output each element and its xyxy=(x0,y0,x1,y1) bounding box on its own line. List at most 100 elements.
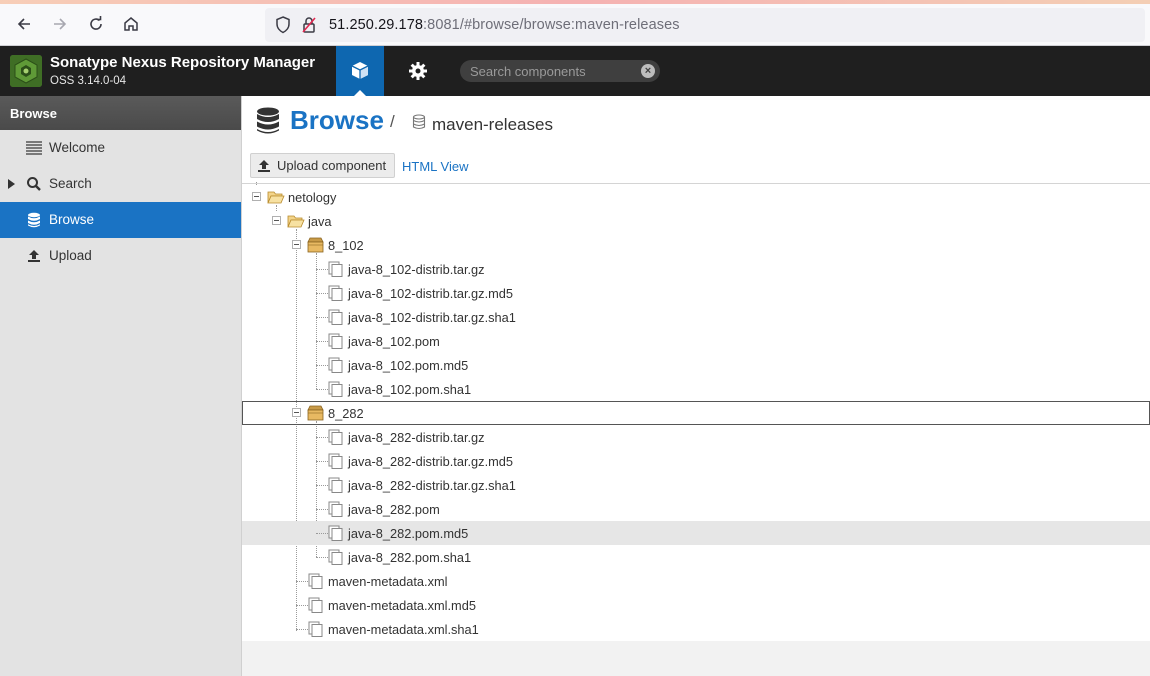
file-copy-icon xyxy=(328,357,344,376)
tree-connector xyxy=(316,341,328,342)
sidebar-item-welcome[interactable]: Welcome xyxy=(0,130,241,166)
page-title[interactable]: Browse xyxy=(290,105,384,136)
tree-node-label: java-8_102-distrib.tar.gz.md5 xyxy=(348,286,514,301)
database-icon xyxy=(25,212,43,228)
breadcrumb-separator: / xyxy=(390,112,395,131)
file-copy-icon xyxy=(328,333,344,352)
tree-node-label: 8_282 xyxy=(328,406,364,421)
tree-node-asset[interactable]: java-8_102-distrib.tar.gz.sha1 xyxy=(242,305,1150,329)
collapse-toggle-icon[interactable] xyxy=(292,240,301,249)
browse-toolbar: Upload component HTML View xyxy=(242,148,1150,184)
database-icon xyxy=(256,107,280,140)
main-content: Browse / maven-releases Upload component… xyxy=(242,96,1150,676)
collapse-toggle-icon[interactable] xyxy=(272,216,281,225)
tree-node-label: 8_102 xyxy=(328,238,364,253)
file-copy-icon xyxy=(328,549,344,568)
upload-component-button[interactable]: Upload component xyxy=(250,153,396,178)
tree-node-asset-hovered[interactable]: java-8_282.pom.md5 xyxy=(242,521,1150,545)
tree-node-label: maven-metadata.xml xyxy=(328,574,448,589)
file-copy-icon xyxy=(328,525,344,544)
browse-mode-button[interactable] xyxy=(336,46,384,96)
tree-connector xyxy=(316,365,328,366)
gear-icon xyxy=(409,62,427,80)
sidebar-item-browse[interactable]: Browse xyxy=(0,202,241,238)
tree-node-asset[interactable]: java-8_282-distrib.tar.gz.sha1 xyxy=(242,473,1150,497)
tree-node-label: maven-metadata.xml.sha1 xyxy=(328,622,479,637)
reload-icon[interactable] xyxy=(84,12,108,36)
tree-node-asset[interactable]: maven-metadata.xml.md5 xyxy=(242,593,1150,617)
search-input[interactable] xyxy=(470,62,630,80)
sidebar-item-search[interactable]: Search xyxy=(0,166,241,202)
file-copy-icon xyxy=(328,309,344,328)
sidebar-heading: Browse xyxy=(0,96,241,130)
expand-caret-icon[interactable] xyxy=(8,179,15,189)
tree-node-folder[interactable]: java xyxy=(242,209,1150,233)
tree-node-label: maven-metadata.xml.md5 xyxy=(328,598,476,613)
folder-open-icon xyxy=(287,213,305,232)
sidebar-item-label: Upload xyxy=(49,248,92,263)
tree-node-asset[interactable]: java-8_102-distrib.tar.gz.md5 xyxy=(242,281,1150,305)
empty-area xyxy=(242,641,1150,676)
tree-connector xyxy=(296,605,308,606)
url-host: 51.250.29.178 xyxy=(329,17,424,33)
tree-node-label: java-8_282.pom xyxy=(348,502,440,517)
clear-search-icon[interactable]: × xyxy=(641,64,655,78)
tree-node-asset[interactable]: java-8_282-distrib.tar.gz.md5 xyxy=(242,449,1150,473)
tracking-shield-icon[interactable] xyxy=(275,16,291,39)
collapse-toggle-icon[interactable] xyxy=(292,408,301,417)
tree-connector xyxy=(316,533,328,534)
tree-connector xyxy=(316,437,328,438)
upload-component-label: Upload component xyxy=(277,158,387,173)
sidebar: Browse Welcome Search Browse Upload xyxy=(0,96,242,676)
tree-connector xyxy=(316,461,328,462)
admin-mode-button[interactable] xyxy=(394,46,442,96)
tree-node-component-selected[interactable]: 8_282 xyxy=(242,401,1150,425)
tree-node-asset[interactable]: java-8_282.pom.sha1 xyxy=(242,545,1150,569)
html-view-link[interactable]: HTML View xyxy=(402,159,468,174)
component-box-icon xyxy=(307,405,324,424)
upload-icon xyxy=(258,159,270,172)
sidebar-item-label: Browse xyxy=(49,212,95,227)
tree-node-component[interactable]: 8_102 xyxy=(242,233,1150,257)
tree-node-folder[interactable]: netology xyxy=(242,185,1150,209)
tree-node-asset[interactable]: java-8_102.pom.md5 xyxy=(242,353,1150,377)
tree-connector xyxy=(296,629,308,630)
file-copy-icon xyxy=(328,477,344,496)
tree-connector xyxy=(296,581,308,582)
insecure-lock-icon[interactable] xyxy=(301,16,317,39)
forward-icon[interactable] xyxy=(48,12,72,36)
sidebar-item-label: Welcome xyxy=(49,140,106,155)
tree-node-label: java-8_282-distrib.tar.gz.sha1 xyxy=(348,478,516,493)
file-copy-icon xyxy=(308,597,324,616)
folder-open-icon xyxy=(267,189,285,208)
file-copy-icon xyxy=(308,621,324,640)
back-icon[interactable] xyxy=(12,12,36,36)
list-icon xyxy=(25,140,43,156)
tree-connector xyxy=(316,389,328,390)
upload-icon xyxy=(25,248,43,264)
url-path: :8081/#browse/browse:maven-releases xyxy=(423,17,680,33)
tree-connector xyxy=(316,293,328,294)
tree-node-label: java-8_102.pom xyxy=(348,334,440,349)
app-header: Sonatype Nexus Repository Manager OSS 3.… xyxy=(0,46,1150,96)
repository-icon xyxy=(412,114,426,135)
home-icon[interactable] xyxy=(119,12,143,36)
tree-connector xyxy=(316,509,328,510)
tree-node-asset[interactable]: java-8_102.pom.sha1 xyxy=(242,377,1150,401)
file-copy-icon xyxy=(328,429,344,448)
tree-node-asset[interactable]: java-8_102-distrib.tar.gz xyxy=(242,257,1150,281)
tree-node-asset[interactable]: maven-metadata.xml xyxy=(242,569,1150,593)
tree-node-asset[interactable]: java-8_102.pom xyxy=(242,329,1150,353)
collapse-toggle-icon[interactable] xyxy=(252,192,261,201)
app-title: Sonatype Nexus Repository Manager xyxy=(50,54,316,71)
nexus-logo xyxy=(10,55,42,87)
sidebar-item-upload[interactable]: Upload xyxy=(0,238,241,274)
cube-icon xyxy=(351,62,369,79)
tree-node-asset[interactable]: java-8_282.pom xyxy=(242,497,1150,521)
tree-connector xyxy=(316,317,328,318)
tree-node-asset[interactable]: java-8_282-distrib.tar.gz xyxy=(242,425,1150,449)
address-bar[interactable]: 51.250.29.178:8081/#browse/browse:maven-… xyxy=(265,8,1145,42)
file-copy-icon xyxy=(328,285,344,304)
tree-node-asset[interactable]: maven-metadata.xml.sha1 xyxy=(242,617,1150,641)
tree-node-label: java-8_282.pom.md5 xyxy=(348,526,469,541)
